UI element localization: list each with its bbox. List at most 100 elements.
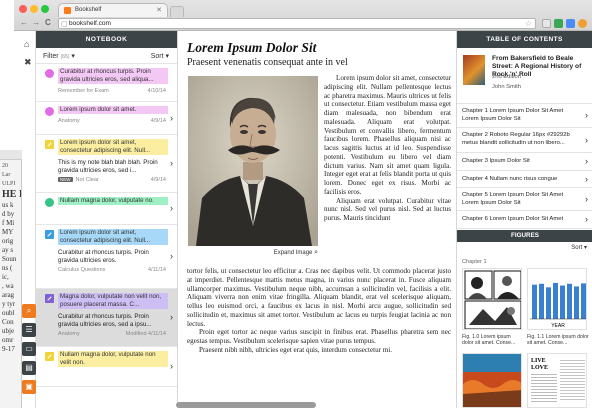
note-item[interactable]: Nullam magna dolor, vulputate no. › [36, 193, 177, 225]
background-window: 20 Lar ULPI HE Pus kd byf MiMYorigay sSounn… [0, 150, 22, 408]
figure-thumbnail[interactable]: YEAR [527, 268, 587, 330]
chevron-right-icon[interactable]: › [170, 158, 173, 168]
chevron-right-icon[interactable]: › [170, 312, 173, 322]
crowd-photo-figure [463, 354, 521, 407]
chevron-right-icon[interactable]: › [585, 214, 588, 224]
extension-icon[interactable] [542, 19, 551, 28]
toc-chapter-item[interactable]: Chapter 6 Lorem Ipsum Dolor Sit Amet › [457, 211, 592, 229]
chevron-right-icon[interactable]: › [585, 135, 588, 145]
notebook-header: NOTEBOOK [36, 31, 177, 48]
figure-caption: Fig. 1.0 Lorem ipsum dolor sit amet. Con… [462, 334, 516, 347]
profile-icon[interactable] [578, 19, 587, 28]
zoom-window-button[interactable] [41, 5, 49, 13]
background-text-line: 20 [2, 163, 8, 169]
figure-thumbnail[interactable] [462, 268, 522, 330]
highlight-marker-icon [45, 198, 54, 207]
background-text-line: us k [2, 201, 14, 209]
book-cover [463, 55, 485, 85]
search-icon: ⌕ [314, 249, 318, 256]
chevron-right-icon[interactable]: › [170, 361, 173, 371]
background-text-line: orig [2, 237, 14, 245]
figure-caption: Fig. 1.1 Lorem ipsum dolor sit amet. Con… [527, 334, 589, 347]
new-tab-button[interactable] [170, 6, 184, 17]
portrait-image[interactable] [188, 76, 318, 246]
browser-tab[interactable]: Bookshelf ✕ [58, 3, 168, 17]
note-marker-icon [45, 352, 54, 361]
address-bar[interactable]: ▢ bookshelf.com ☆ [58, 18, 536, 29]
minimize-window-button[interactable] [30, 5, 38, 13]
chevron-right-icon[interactable]: › [585, 194, 588, 204]
figure-thumbnail[interactable] [462, 353, 522, 408]
expand-image-button[interactable]: Expand Image ⌕ [188, 249, 318, 257]
chevron-right-icon[interactable]: › [170, 203, 173, 213]
note-item[interactable]: Lorem ipsum dolor sit amet. Anatomy 4/9/14… [36, 102, 177, 135]
toc-chapter-item[interactable]: Chapter 5 Lorem Ipsum Dolor Sit Amet Lor… [457, 188, 592, 211]
highlighted-text: Lorem ipsum dolor sit amet. [58, 106, 168, 114]
figures-toolbar: Sort ▾ [457, 242, 592, 254]
chevron-right-icon[interactable]: › [585, 174, 588, 184]
bookmark-rail-button[interactable]: ▭ [22, 342, 36, 356]
figure-article-lines [560, 358, 585, 402]
note-item[interactable]: Curabitur at rhoncus turpis. Proin gravi… [36, 64, 177, 102]
background-text-line: Soun [2, 255, 17, 263]
background-text-line: HE P [2, 189, 21, 200]
note-tag: Not Clear [75, 177, 99, 183]
flashcard-rail-button[interactable]: ▣ [22, 380, 36, 394]
search-rail-button[interactable]: ⌕ [22, 304, 36, 318]
highlighted-text: Magna dolor, vulputate non velit non, po… [58, 293, 168, 309]
highlighted-text: Lorem ipsum dolor sit amet, consectetur … [58, 229, 168, 245]
toc-chapter-item[interactable]: Chapter 4 Nullam nunc risus congue › [457, 171, 592, 188]
sort-label: Sort [150, 53, 164, 60]
note-tag: Calculus Questions [58, 267, 106, 273]
close-tab-icon[interactable]: ✕ [156, 6, 162, 14]
sort-button[interactable]: Sort ▾ [151, 52, 169, 60]
toc-chapter-item[interactable]: Chapter 2 Roboto Regular 16px #29292b me… [457, 128, 592, 153]
right-panel: TABLE OF CONTENTS From Bakersfield to Be… [456, 31, 592, 408]
reload-button[interactable]: C [45, 18, 51, 27]
toc-chapter-title: Chapter 2 Roboto Regular 16px #29292b me… [462, 132, 570, 146]
toc-chapter-item[interactable]: Chapter 1 Lorem Ipsum Dolor Sit Amet Lor… [457, 104, 592, 128]
bookmark-star-icon[interactable]: ☆ [525, 19, 532, 28]
toc-chapter-item[interactable]: Chapter 3 Ipsum Dolor Sit › [457, 153, 592, 171]
note-marker-icon [45, 294, 54, 303]
background-text-line: ns ( [2, 264, 13, 272]
figures-sort-button[interactable]: Sort ▾ [571, 244, 587, 251]
note-date: 4/10/14 [147, 88, 166, 94]
book-info[interactable]: From Bakersfield to Beale Street: A Regi… [457, 48, 592, 104]
toc-rail-button[interactable]: ☰ [22, 323, 36, 337]
note-item[interactable]: Lorem ipsum dolor sit amet, consectetur … [36, 225, 177, 289]
home-icon[interactable]: ⌂ [24, 39, 29, 49]
close-window-button[interactable] [19, 5, 27, 13]
tools-icon[interactable]: ✖ [24, 57, 32, 68]
note-item[interactable]: Magna dolor, vulputate non velit non, po… [36, 289, 177, 347]
notes-rail-button[interactable]: ▤ [22, 361, 36, 375]
figure-article-lines [531, 372, 557, 402]
figures-sort-label: Sort [571, 245, 583, 251]
note-text: This is my note blah blah blah. Proin gr… [58, 159, 158, 174]
figure-bar [532, 284, 537, 319]
chevron-right-icon[interactable]: › [170, 113, 173, 123]
figure-thumbnail[interactable]: LIVE LOVE [527, 353, 587, 408]
new-badge: NEW [58, 177, 73, 182]
extension-icon[interactable] [566, 19, 575, 28]
filter-button[interactable]: Filter (65) ▾ [43, 52, 75, 60]
note-item[interactable]: Nullam magna dolor, vulputate non velit … [36, 347, 177, 387]
back-button[interactable]: ← [20, 18, 28, 27]
figures-header: FIGURES [457, 230, 592, 242]
figure-bar [560, 285, 565, 319]
reader-scrollbar[interactable] [176, 402, 316, 408]
tab-title: Bookshelf [75, 7, 102, 13]
note-item[interactable]: Lorem ipsum dolor sit amet, consectetur … [36, 135, 177, 193]
note-text: Curabitur at rhoncus turpis. Proin gravi… [58, 313, 152, 328]
note-text: Curabitur at rhoncus turpis. Proin gravi… [58, 249, 149, 264]
chevron-right-icon[interactable]: › [585, 110, 588, 120]
toc-chapter-title: Chapter 4 Nullam nunc risus congue [462, 176, 558, 182]
chevron-right-icon[interactable]: › [170, 251, 173, 261]
background-text-line: ubje [2, 327, 15, 335]
extension-icon[interactable] [554, 19, 563, 28]
toc-chapter-title: Chapter 3 Ipsum Dolor Sit [462, 158, 530, 164]
figure-bar [581, 283, 586, 319]
figure-bar [539, 283, 544, 319]
chevron-right-icon[interactable]: › [585, 156, 588, 166]
forward-button[interactable]: → [32, 18, 40, 27]
